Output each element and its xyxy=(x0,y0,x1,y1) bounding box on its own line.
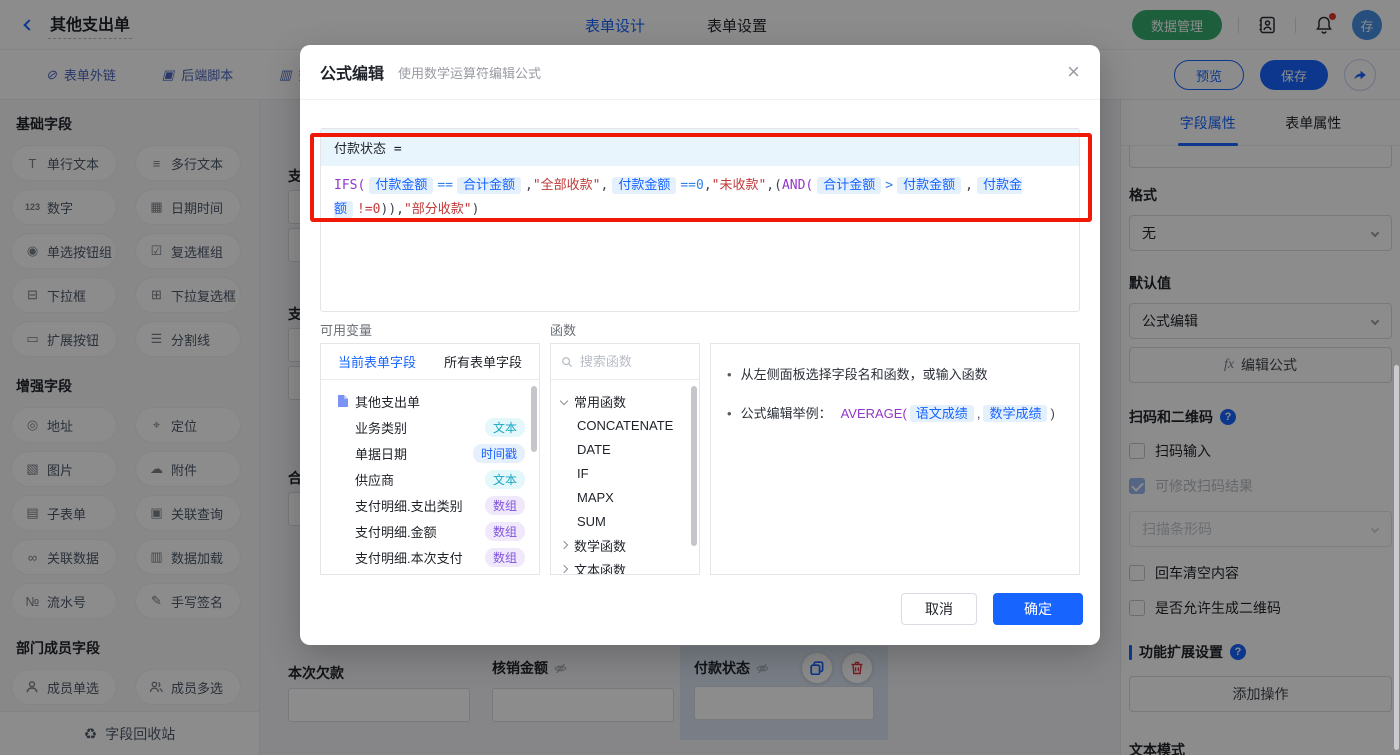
variable-label: 支付明细.金额 xyxy=(355,524,437,540)
type-badge: 数组 xyxy=(484,495,525,515)
formula-field-token: 付款金额 xyxy=(612,177,677,194)
formula-target: 付款状态 = xyxy=(321,129,1079,166)
functions-section-label: 函数 xyxy=(550,323,577,338)
chevron-down-icon xyxy=(559,396,569,406)
tip-text: 公式编辑举例： xyxy=(740,406,832,421)
variable-row[interactable]: 单据日期 时间戳 xyxy=(321,440,539,466)
function-item[interactable]: DATE xyxy=(551,437,699,461)
function-group-label: 文本函数 xyxy=(574,562,627,575)
variable-row[interactable]: 支付明细.支出类别 数组 xyxy=(321,492,539,518)
formula-token: !=0 xyxy=(357,202,381,217)
variable-row[interactable]: 支付明细.金额 数组 xyxy=(321,518,539,544)
type-badge: 文本 xyxy=(484,417,525,437)
form-doc-icon xyxy=(337,394,349,408)
function-search-input[interactable] xyxy=(579,354,689,369)
formula-field-token: 付款金额 xyxy=(369,177,434,194)
tip-line-2: • 公式编辑举例： AVERAGE(语文成绩, 数学成绩) xyxy=(727,403,1063,425)
example-close-paren: ) xyxy=(1050,406,1055,421)
tab-all-form-fields[interactable]: 所有表单字段 xyxy=(444,352,522,371)
function-name: CONCATENATE xyxy=(577,417,674,433)
tip-line-1: • 从左侧面板选择字段名和函数，或输入函数 xyxy=(727,364,1063,386)
formula-field-token: 合计金额 xyxy=(456,177,521,194)
app-root: 其他支出单 表单设计 表单设置 数据管理 存 ⊘ 表单外链 ▣ 后端脚本 ▥ 预… xyxy=(0,0,1400,755)
page-scrollbar[interactable] xyxy=(1394,365,1399,750)
formula-token: ==0 xyxy=(680,178,704,193)
function-name: IF xyxy=(577,465,589,481)
formula-token: ) xyxy=(471,202,480,217)
formula-token: > xyxy=(885,178,894,193)
function-item[interactable]: MAPX xyxy=(551,485,699,509)
variables-panel: 当前表单字段 所有表单字段 其他支出单 业务类别 文本 单据日期 时间戳 供应商 文本… xyxy=(320,343,540,575)
variable-row[interactable]: 供应商 文本 xyxy=(321,466,539,492)
formula-editor-modal: 公式编辑 使用数学运算符编辑公式 × 付款状态 = IFS(付款金额 == 合计金额… xyxy=(300,45,1100,645)
example-field-token: 语文成绩 xyxy=(909,405,974,422)
modal-header: 公式编辑 使用数学运算符编辑公式 × xyxy=(300,45,1100,100)
type-badge: 数组 xyxy=(484,521,525,541)
function-name: SUM xyxy=(577,513,606,529)
function-group-text[interactable]: 文本函数 xyxy=(551,557,699,575)
tab-current-form-fields[interactable]: 当前表单字段 xyxy=(338,352,416,371)
type-badge: 数组 xyxy=(484,547,525,567)
type-badge: 文本 xyxy=(484,469,525,489)
formula-token: , xyxy=(965,178,973,193)
function-name: MAPX xyxy=(577,489,614,505)
formula-token: ,( xyxy=(766,178,782,193)
formula-code[interactable]: IFS(付款金额 == 合计金额 ,"全部收款", 付款金额 ==0,"未收款",(AND… xyxy=(321,166,1079,230)
close-icon[interactable]: × xyxy=(1067,61,1080,83)
function-group-math[interactable]: 数学函数 xyxy=(551,533,699,557)
tip-text: 从左侧面板选择字段名和函数，或输入函数 xyxy=(740,367,988,382)
tips-panel: • 从左侧面板选择字段名和函数，或输入函数 • 公式编辑举例： AVERAGE(… xyxy=(710,343,1080,575)
function-name: DATE xyxy=(577,441,611,457)
confirm-button[interactable]: 确定 xyxy=(993,593,1083,625)
variable-label: 供应商 xyxy=(355,472,395,488)
variable-label: 支付明细.支出类别 xyxy=(355,498,463,514)
variable-label: 支付明细.本次支付 xyxy=(355,550,463,566)
variable-row[interactable]: 业务类别 文本 xyxy=(321,414,539,440)
function-search[interactable] xyxy=(551,344,699,380)
formula-token: "部分收款" xyxy=(403,202,472,217)
formula-token: IFS( xyxy=(334,178,366,193)
chevron-right-icon xyxy=(559,540,569,550)
formula-token: , xyxy=(703,178,712,193)
functions-scrollbar[interactable] xyxy=(691,386,697,546)
functions-panel: 常用函数 CONCATENATE DATE IF MAPX SUM 数学函数 文… xyxy=(550,343,700,575)
variable-label: 单据日期 xyxy=(355,446,408,462)
formula-field-token: 合计金额 xyxy=(817,177,882,194)
formula-token: == xyxy=(437,178,453,193)
formula-token: AND( xyxy=(781,178,814,193)
modal-title: 公式编辑 xyxy=(320,66,385,83)
function-list: 常用函数 CONCATENATE DATE IF MAPX SUM 数学函数 文… xyxy=(551,380,699,575)
formula-token: , xyxy=(525,178,533,193)
modal-subtitle: 使用数学运算符编辑公式 xyxy=(398,65,542,81)
type-badge: 时间戳 xyxy=(472,443,525,463)
variables-scrollbar[interactable] xyxy=(531,386,537,452)
bullet-icon: • xyxy=(727,367,732,382)
function-item[interactable]: CONCATENATE xyxy=(551,413,699,437)
variables-tabs: 当前表单字段 所有表单字段 xyxy=(321,344,539,380)
example-function: AVERAGE( xyxy=(840,406,907,421)
formula-token: )), xyxy=(380,202,404,217)
formula-token: "未收款" xyxy=(711,178,767,193)
function-item[interactable]: IF xyxy=(551,461,699,485)
variable-root-label: 其他支出单 xyxy=(355,394,421,410)
formula-token: "全部收款" xyxy=(532,178,601,193)
formula-field-token: 付款金额 xyxy=(897,177,962,194)
cancel-button[interactable]: 取消 xyxy=(901,593,977,625)
function-group-common[interactable]: 常用函数 xyxy=(551,389,699,413)
example-field-token: 数学成绩 xyxy=(983,405,1048,422)
formula-editor[interactable]: 付款状态 = IFS(付款金额 == 合计金额 ,"全部收款", 付款金额 ==0,"未收… xyxy=(320,128,1080,312)
variable-label: 业务类别 xyxy=(355,420,408,436)
chevron-right-icon xyxy=(559,564,569,574)
example-comma: , xyxy=(976,406,981,421)
function-item[interactable]: SUM xyxy=(551,509,699,533)
bullet-icon: • xyxy=(727,406,732,421)
variables-section-label: 可用变量 xyxy=(320,323,373,338)
function-group-label: 数学函数 xyxy=(574,538,627,554)
variables-list: 其他支出单 业务类别 文本 单据日期 时间戳 供应商 文本 支付明细.支出类别 数组 支… xyxy=(321,380,539,570)
function-group-label: 常用函数 xyxy=(574,394,627,410)
search-icon xyxy=(562,356,573,367)
variable-row[interactable]: 支付明细.本次支付 数组 xyxy=(321,544,539,570)
variable-root-row[interactable]: 其他支出单 xyxy=(321,388,539,414)
formula-token: , xyxy=(600,178,609,193)
